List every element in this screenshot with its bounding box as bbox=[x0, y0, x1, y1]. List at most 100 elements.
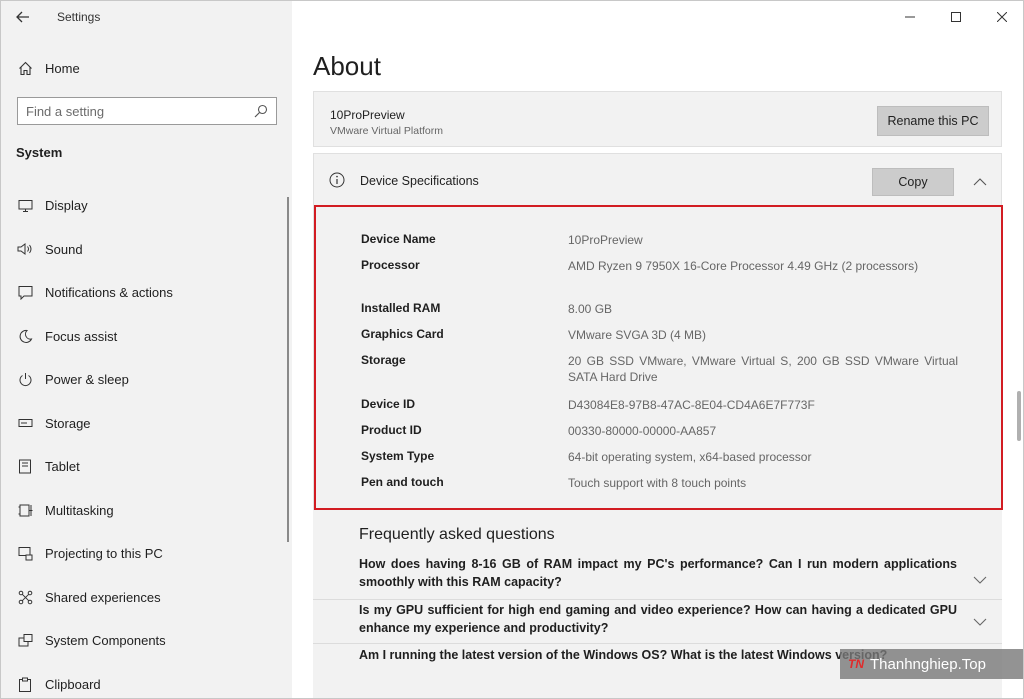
spec-value: VMware SVGA 3D (4 MB) bbox=[568, 328, 707, 342]
spec-row-installed-ram: Installed RAM 8.00 GB bbox=[361, 301, 961, 319]
sidebar-item-label: Sound bbox=[45, 241, 83, 257]
section-label-system: System bbox=[16, 145, 63, 160]
settings-window: Settings Home System Display Sound bbox=[0, 0, 1024, 699]
sidebar-item-label: Multitasking bbox=[45, 502, 114, 518]
search-icon bbox=[254, 104, 268, 118]
device-specifications-header[interactable]: Device Specifications Copy bbox=[314, 154, 1001, 206]
nav-list: Display Sound Notifications & actions Fo… bbox=[1, 184, 286, 699]
sidebar-item-label: Notifications & actions bbox=[45, 285, 173, 301]
faq-question: Is my GPU sufficient for high end gaming… bbox=[359, 603, 957, 635]
watermark: TN Thanhnghiep.Top bbox=[840, 649, 1023, 679]
sidebar-item-display[interactable]: Display bbox=[1, 184, 286, 228]
maximize-button[interactable] bbox=[933, 1, 979, 33]
home-nav-item[interactable]: Home bbox=[1, 55, 292, 81]
minimize-button[interactable] bbox=[887, 1, 933, 33]
sidebar-item-tablet[interactable]: Tablet bbox=[1, 445, 286, 489]
spec-row-graphics-card: Graphics Card VMware SVGA 3D (4 MB) bbox=[361, 327, 961, 345]
sidebar: Settings Home System Display Sound bbox=[1, 1, 292, 699]
pc-platform: VMware Virtual Platform bbox=[330, 125, 444, 137]
monitor-icon bbox=[17, 198, 33, 214]
spec-highlight-box: Device Name 10ProPreview Processor AMD R… bbox=[314, 205, 1003, 510]
sidebar-item-label: Power & sleep bbox=[45, 372, 129, 388]
spec-value: 00330-80000-00000-AA857 bbox=[568, 424, 717, 438]
spec-label: Product ID bbox=[361, 423, 422, 437]
tablet-icon bbox=[17, 459, 33, 475]
drive-icon bbox=[17, 415, 33, 431]
spec-row-device-name: Device Name 10ProPreview bbox=[361, 232, 961, 250]
sidebar-item-label: System Components bbox=[45, 633, 166, 649]
spec-value: Touch support with 8 touch points bbox=[568, 476, 747, 490]
faq-question: How does having 8-16 GB of RAM impact my… bbox=[359, 557, 957, 589]
spec-row-storage: Storage 20 GB SSD VMware, VMware Virtual… bbox=[361, 353, 961, 387]
title-bar: Settings bbox=[1, 1, 292, 33]
speaker-icon bbox=[17, 241, 33, 257]
spec-row-system-type: System Type 64-bit operating system, x64… bbox=[361, 449, 961, 467]
home-icon bbox=[17, 60, 33, 76]
sidebar-item-focus-assist[interactable]: Focus assist bbox=[1, 315, 286, 359]
home-label: Home bbox=[45, 60, 80, 76]
spec-value: AMD Ryzen 9 7950X 16-Core Processor 4.49… bbox=[568, 259, 919, 273]
sidebar-item-label: Display bbox=[45, 198, 88, 214]
spec-row-device-id: Device ID D43084E8-97B8-47AC-8E04-CD4A6E… bbox=[361, 397, 961, 415]
pc-name-card: 10ProPreview VMware Virtual Platform Ren… bbox=[313, 91, 1002, 147]
power-icon bbox=[17, 372, 33, 388]
spec-label: Graphics Card bbox=[361, 327, 444, 341]
back-button[interactable] bbox=[1, 1, 45, 33]
spec-label: Processor bbox=[361, 258, 420, 272]
close-button[interactable] bbox=[979, 1, 1023, 33]
clipboard-icon bbox=[17, 676, 33, 692]
sidebar-item-multitasking[interactable]: Multitasking bbox=[1, 489, 286, 533]
spec-row-product-id: Product ID 00330-80000-00000-AA857 bbox=[361, 423, 961, 441]
sidebar-item-label: Clipboard bbox=[45, 676, 101, 692]
copy-button[interactable]: Copy bbox=[872, 168, 954, 196]
main-panel: About 10ProPreview VMware Virtual Platfo… bbox=[292, 1, 1023, 698]
spec-label: Device Name bbox=[361, 232, 436, 246]
sidebar-scrollbar[interactable] bbox=[287, 197, 289, 542]
app-title: Settings bbox=[57, 10, 101, 24]
spec-value: D43084E8-97B8-47AC-8E04-CD4A6E7F773F bbox=[568, 398, 815, 412]
sidebar-item-notifications[interactable]: Notifications & actions bbox=[1, 271, 286, 315]
sidebar-item-label: Storage bbox=[45, 415, 91, 431]
spec-label: Installed RAM bbox=[361, 301, 441, 315]
spec-label: System Type bbox=[361, 449, 435, 463]
chevron-down-icon[interactable] bbox=[973, 615, 987, 629]
info-icon bbox=[329, 172, 345, 188]
spec-label: Pen and touch bbox=[361, 475, 444, 489]
faq-item[interactable]: Is my GPU sufficient for high end gaming… bbox=[313, 599, 1002, 644]
close-icon bbox=[997, 12, 1007, 22]
sidebar-item-sound[interactable]: Sound bbox=[1, 228, 286, 272]
spec-label: Device ID bbox=[361, 397, 416, 411]
search-input[interactable] bbox=[26, 103, 254, 119]
chevron-up-icon bbox=[973, 178, 987, 186]
sidebar-item-clipboard[interactable]: Clipboard bbox=[1, 663, 286, 699]
sidebar-item-system-components[interactable]: System Components bbox=[1, 619, 286, 663]
spec-label: Storage bbox=[361, 353, 406, 367]
faq-title: Frequently asked questions bbox=[359, 526, 555, 543]
spec-value: 8.00 GB bbox=[568, 302, 613, 316]
collapse-button[interactable] bbox=[968, 170, 992, 194]
sidebar-item-label: Projecting to this PC bbox=[45, 546, 163, 562]
rename-pc-button[interactable]: Rename this PC bbox=[877, 106, 989, 136]
faq-item[interactable]: How does having 8-16 GB of RAM impact my… bbox=[313, 553, 1002, 599]
spec-value: 64-bit operating system, x64-based proce… bbox=[568, 450, 812, 464]
sidebar-item-storage[interactable]: Storage bbox=[1, 402, 286, 446]
sidebar-item-projecting[interactable]: Projecting to this PC bbox=[1, 532, 286, 576]
search-box[interactable] bbox=[17, 97, 277, 125]
window-controls bbox=[887, 1, 1023, 33]
sidebar-item-shared-experiences[interactable]: Shared experiences bbox=[1, 576, 286, 620]
sidebar-item-label: Focus assist bbox=[45, 328, 118, 344]
back-arrow-icon bbox=[16, 11, 29, 23]
shared-icon bbox=[17, 589, 33, 605]
multitasking-icon bbox=[17, 502, 33, 518]
device-specifications-title: Device Specifications bbox=[360, 174, 479, 188]
sidebar-item-power-sleep[interactable]: Power & sleep bbox=[1, 358, 286, 402]
projecting-icon bbox=[17, 546, 33, 562]
spec-row-pen-and-touch: Pen and touch Touch support with 8 touch… bbox=[361, 475, 961, 493]
main-scrollbar[interactable] bbox=[1017, 391, 1021, 441]
chevron-down-icon[interactable] bbox=[973, 573, 987, 587]
maximize-icon bbox=[951, 12, 961, 22]
pc-name: 10ProPreview bbox=[330, 108, 405, 122]
sidebar-item-label: Shared experiences bbox=[45, 589, 161, 605]
watermark-logo: TN bbox=[848, 657, 864, 671]
watermark-text: Thanhnghiep.Top bbox=[870, 655, 986, 673]
